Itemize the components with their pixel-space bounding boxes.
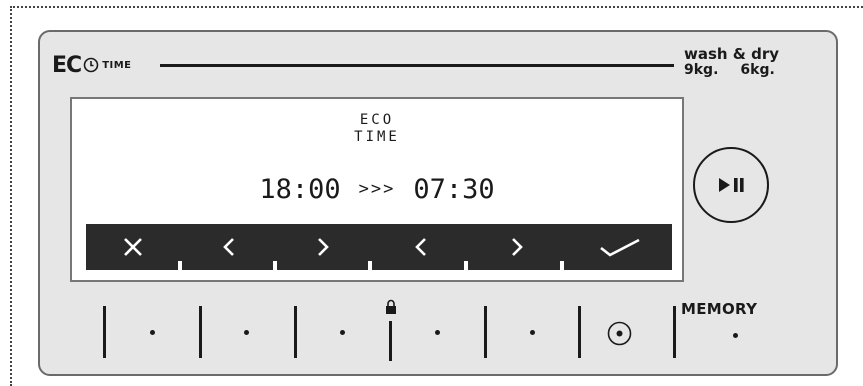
softkey-tick (273, 261, 277, 270)
softkey-confirm[interactable] (582, 224, 658, 270)
touch-button-4[interactable] (435, 330, 440, 335)
logo-ec-text: EC (52, 52, 82, 78)
touch-button-1[interactable] (150, 330, 155, 335)
memory-button[interactable] (733, 333, 738, 338)
softkey-tick (464, 261, 468, 270)
button-separator (103, 306, 106, 358)
lcd-display: ECO TIME 18:00 >>> 07:30 (70, 97, 684, 282)
logo-time-text: TIME (102, 59, 132, 71)
touch-button-3[interactable] (340, 330, 345, 335)
spec-title: wash & dry (684, 45, 780, 63)
time-arrows: >>> (358, 179, 396, 199)
lock-icon (386, 299, 396, 314)
softkey-tick (368, 261, 372, 270)
button-separator (484, 306, 487, 358)
eco-time-logo: EC TIME (52, 52, 132, 78)
softkey-bar (86, 224, 672, 270)
close-icon (124, 238, 142, 256)
mode-line-time: TIME (354, 129, 400, 145)
end-time: 07:30 (413, 173, 495, 205)
touch-button-2[interactable] (244, 330, 249, 335)
button-separator (294, 306, 297, 358)
dry-capacity: 6kg. (740, 62, 775, 78)
check-icon (600, 238, 640, 257)
play-pause-icon (719, 178, 744, 192)
child-lock-separator[interactable] (389, 321, 392, 361)
button-separator (199, 306, 202, 358)
softkey-tick (560, 261, 564, 270)
clock-icon (83, 57, 99, 73)
chevron-left-icon (223, 238, 234, 256)
mode-line-eco: ECO (359, 112, 395, 128)
softkey-cancel[interactable] (98, 224, 168, 270)
time-range: 18:00 >>> 07:30 (72, 173, 682, 205)
capacity-spec: wash & dry 9kg. 6kg. (684, 46, 804, 78)
brand-divider-line (160, 64, 674, 67)
chevron-right-icon (512, 238, 523, 256)
memory-label: MEMORY (681, 300, 758, 318)
button-separator (673, 306, 676, 358)
softkey-prev-end[interactable] (386, 224, 456, 270)
start-time: 18:00 (259, 173, 341, 205)
button-separator (578, 306, 581, 358)
touch-button-5[interactable] (530, 330, 535, 335)
mode-label: ECO TIME (72, 112, 682, 146)
spec-capacity: 9kg. 6kg. (684, 62, 804, 78)
wash-capacity: 9kg. (684, 62, 719, 78)
softkey-prev-start[interactable] (194, 224, 264, 270)
play-pause-button[interactable] (693, 147, 769, 223)
chevron-left-icon (415, 238, 426, 256)
softkey-next-start[interactable] (288, 224, 358, 270)
chevron-right-icon (318, 238, 329, 256)
softkey-tick (178, 261, 182, 270)
target-icon[interactable] (607, 321, 632, 346)
softkey-next-end[interactable] (482, 224, 552, 270)
